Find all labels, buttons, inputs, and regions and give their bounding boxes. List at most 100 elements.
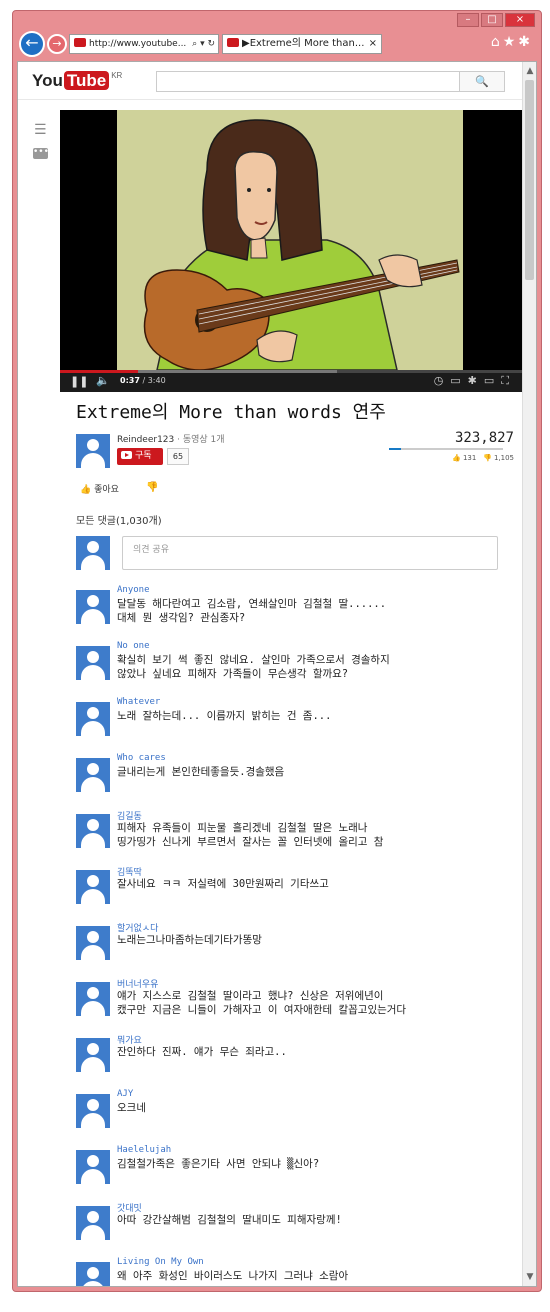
comment-item: 김길동 피해자 유족들이 피눈물 흘리겠네 김철철 딸은 노래나 띵가띵가 신나게… <box>76 812 516 866</box>
avatar[interactable] <box>76 982 110 1016</box>
like-ratio-bar <box>389 448 503 450</box>
scroll-up-icon[interactable]: ▲ <box>523 66 536 76</box>
avatar[interactable] <box>76 646 110 680</box>
comment-item: 뭐가요 잔인하다 진짜. 얘가 무슨 죄라고.. <box>76 1036 516 1090</box>
like-stats: 👍 131 👎 1,105 <box>451 454 514 462</box>
comments-header: 모든 댓글(1,030개) <box>76 516 162 527</box>
comment-text: 오크네 <box>117 1102 146 1114</box>
scroll-down-icon[interactable]: ▼ <box>523 1272 536 1282</box>
comment-text: 잘사네요 ㅋㅋ 저실력에 30만원짜리 기타쓰고 <box>117 878 329 890</box>
comment-text: 노래는그나마좀하는데기타가똥망 <box>117 934 262 946</box>
maximize-button[interactable]: □ <box>481 13 503 27</box>
comment-author[interactable]: Who cares <box>117 753 166 763</box>
comment-item: AJY 오크네 <box>76 1089 516 1146</box>
thumbs-up-icon: 👍 <box>451 454 461 462</box>
scrollbar[interactable]: ▲ ▼ <box>522 62 536 1286</box>
video-title: Extreme의 More than words 연주 <box>76 402 386 423</box>
page-viewport: You Tube KR 🔍 ☰ ••• ❚❚ 🔈 0:37 / 3:40 ◷▭✱… <box>17 61 537 1287</box>
comment-text: 노래 잘하는데... 이름까지 밝히는 건 좀... <box>117 710 332 722</box>
more-icon[interactable]: ••• <box>33 148 49 159</box>
video-frame[interactable] <box>117 110 463 370</box>
avatar[interactable] <box>76 1038 110 1072</box>
subscriber-count: 65 <box>167 448 189 465</box>
minimize-button[interactable]: – <box>457 13 479 27</box>
comment-item: Who cares 글내리는게 본인한테좋을듯.경솔했음 <box>76 753 516 810</box>
player-controls: ❚❚ 🔈 0:37 / 3:40 ◷▭✱▭⛶ <box>60 370 522 392</box>
back-button[interactable]: ← <box>19 31 45 57</box>
avatar[interactable] <box>76 1150 110 1184</box>
guide-menu-icon[interactable]: ☰ <box>34 122 47 138</box>
browser-window: – □ × ← → http://www.youtube... ⌕ ▾ ↻ ▶E… <box>12 10 542 1292</box>
youtube-favicon-icon <box>74 38 86 47</box>
comment-item: Haelelujah 김철철가족은 좋은기타 사면 안되냐 ▒신아? <box>76 1145 516 1202</box>
comment-text: 아따 강간살해범 김철철의 딸내미도 피해자랑께! <box>117 1214 342 1226</box>
address-controls-icon[interactable]: ⌕ ▾ ↻ <box>192 35 215 53</box>
progress-played <box>60 370 138 373</box>
comment-text: 잔인하다 진짜. 얘가 무슨 죄라고.. <box>117 1046 287 1058</box>
comment-item: Anyone 달달동 해다란여고 김소람, 연쇄살인마 김철철 딸...... 대… <box>76 585 516 642</box>
avatar[interactable] <box>76 870 110 904</box>
avatar[interactable] <box>76 434 110 468</box>
forward-button[interactable]: → <box>47 34 67 54</box>
search-icon: 🔍 <box>475 75 489 88</box>
search-input[interactable] <box>156 71 460 92</box>
comment-input[interactable]: 의견 공유 <box>122 536 498 570</box>
player-settings-icons[interactable]: ◷▭✱▭⛶ <box>434 374 516 388</box>
thumbs-up-icon: 👍 <box>80 485 92 495</box>
comment-item: 버너너우유 얘가 지스스로 김철철 딸이라고 했냐? 신상은 저위에년이 캤구만 … <box>76 980 516 1034</box>
youtube-logo[interactable]: You Tube KR <box>32 71 122 91</box>
comment-item: No one 확실히 보기 썩 좋진 않네요. 살인마 가족으로서 경솔하지 않았… <box>76 641 516 698</box>
comment-text: 김철철가족은 좋은기타 사면 안되냐 ▒신아? <box>117 1158 320 1170</box>
view-count: 323,827 <box>454 430 514 446</box>
volume-icon[interactable]: 🔈 <box>96 374 110 387</box>
avatar[interactable] <box>76 814 110 848</box>
dislike-button[interactable]: 👎 <box>146 482 158 493</box>
avatar[interactable] <box>76 590 110 624</box>
comment-author[interactable]: No one <box>117 641 150 651</box>
thumbs-down-icon: 👎 <box>146 482 159 493</box>
navigation-bar: ← → http://www.youtube... ⌕ ▾ ↻ ▶Extreme… <box>17 31 537 57</box>
youtube-play-icon <box>121 451 132 459</box>
tab-title: ▶Extreme의 More than... <box>242 38 365 49</box>
comment-author[interactable]: AJY <box>117 1089 133 1099</box>
comment-author[interactable]: Anyone <box>117 585 150 595</box>
channel-name[interactable]: Reindeer123 · 동영상 1개 <box>117 432 225 445</box>
scroll-thumb[interactable] <box>525 80 534 280</box>
progress-bar[interactable] <box>60 370 522 373</box>
avatar[interactable] <box>76 1206 110 1240</box>
thumbs-down-icon: 👎 <box>483 454 492 462</box>
avatar[interactable] <box>76 758 110 792</box>
subscribe-button[interactable]: 구독 <box>117 448 163 465</box>
avatar[interactable] <box>76 1094 110 1128</box>
close-window-button[interactable]: × <box>505 13 535 27</box>
comment-author[interactable]: Haelelujah <box>117 1145 171 1155</box>
time-display: 0:37 / 3:40 <box>120 376 166 385</box>
avatar[interactable] <box>76 1262 110 1286</box>
tab-youtube-video[interactable]: ▶Extreme의 More than... × <box>222 34 382 54</box>
comment-author[interactable]: Living On My Own <box>117 1257 204 1267</box>
current-time: 0:37 <box>120 376 140 385</box>
comment-item: 갓대밋 아따 강간살해범 김철철의 딸내미도 피해자랑께! <box>76 1204 516 1258</box>
avatar[interactable] <box>76 926 110 960</box>
comment-author[interactable]: Whatever <box>117 697 160 707</box>
youtube-header: You Tube KR 🔍 <box>18 62 524 100</box>
like-button[interactable]: 👍 좋아요 <box>80 482 119 495</box>
duration: 3:40 <box>147 376 166 385</box>
address-bar[interactable]: http://www.youtube... ⌕ ▾ ↻ <box>69 34 219 54</box>
browser-tool-icons[interactable]: ⌂★✱ <box>491 34 533 50</box>
pause-icon[interactable]: ❚❚ <box>70 375 88 388</box>
comment-text: 피해자 유족들이 피눈물 흘리겠네 김철철 딸은 노래나 띵가띵가 신나게 부르… <box>117 822 384 848</box>
comment-item: Whatever 노래 잘하는데... 이름까지 밝히는 건 좀... <box>76 697 516 754</box>
like-ratio-fill <box>389 448 402 450</box>
comment-item: Living On My Own 왜 아주 화성인 바이러스도 나가지 그러냐 소… <box>76 1257 516 1286</box>
avatar[interactable] <box>76 702 110 736</box>
comment-text: 확실히 보기 썩 좋진 않네요. 살인마 가족으로서 경솔하지 않았나 싶네요 … <box>117 654 390 680</box>
address-text: http://www.youtube... <box>89 39 187 49</box>
tab-close-icon[interactable]: × <box>369 35 377 53</box>
search-button[interactable]: 🔍 <box>459 71 505 92</box>
window-controls: – □ × <box>457 13 535 27</box>
video-player[interactable]: ❚❚ 🔈 0:37 / 3:40 ◷▭✱▭⛶ <box>60 110 522 392</box>
video-illustration <box>117 110 463 370</box>
comment-text: 왜 아주 화성인 바이러스도 나가지 그러냐 소람아 <box>117 1270 349 1282</box>
youtube-favicon-icon <box>227 38 239 47</box>
